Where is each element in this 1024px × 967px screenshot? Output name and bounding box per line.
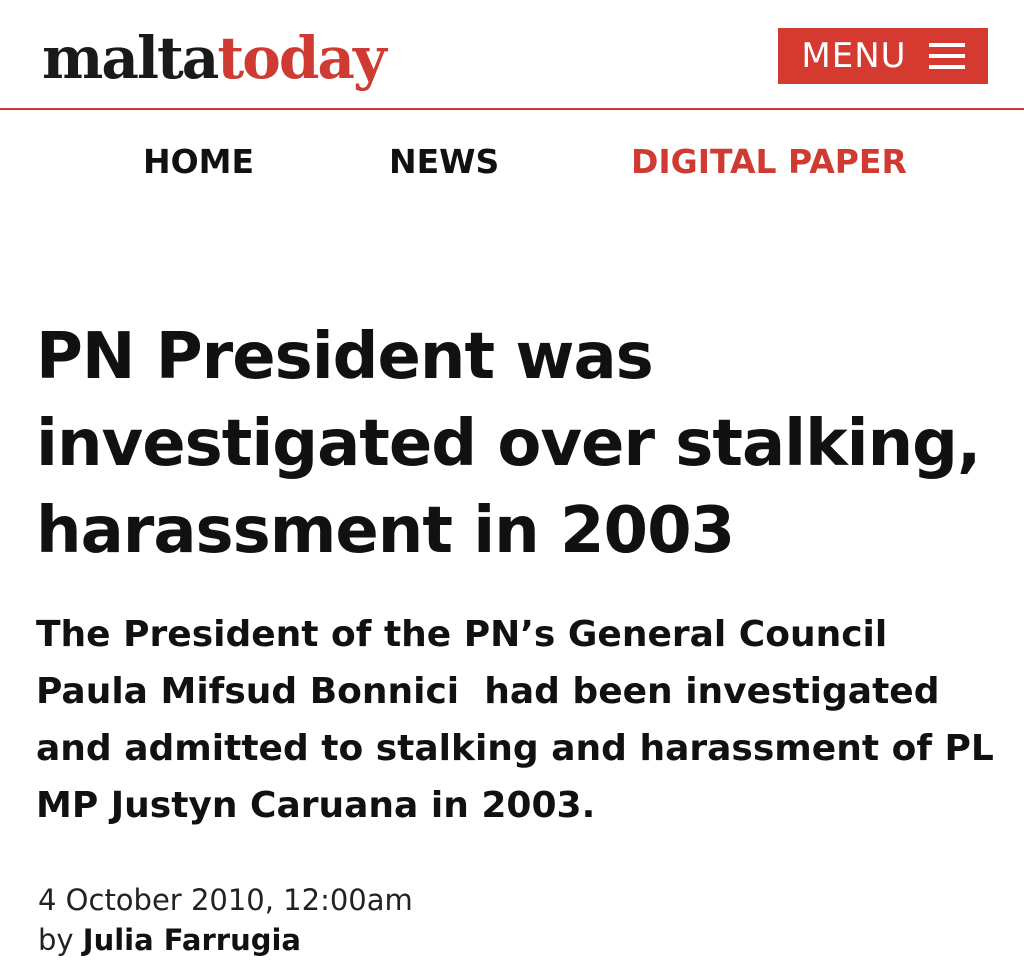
nav-item-home[interactable]: HOME xyxy=(143,140,254,184)
article-byline: by Julia Farrugia xyxy=(38,920,301,960)
site-logo[interactable]: maltatoday xyxy=(42,22,387,94)
article-summary: The President of the PN’s General Counci… xyxy=(36,614,1007,826)
hamburger-icon xyxy=(928,43,965,69)
logo-text-malta: malta xyxy=(42,24,219,92)
article-headline: PN President was investigated over stalk… xyxy=(36,320,981,568)
author-name[interactable]: Julia Farrugia xyxy=(83,923,301,957)
menu-button[interactable]: MENU xyxy=(778,28,988,84)
byline-prefix: by xyxy=(38,923,74,957)
menu-label: MENU xyxy=(801,36,907,76)
nav-item-digital-paper[interactable]: DIGITAL PAPER xyxy=(631,140,907,184)
nav-item-news[interactable]: NEWS xyxy=(389,140,499,184)
site-header: maltatoday MENU xyxy=(0,0,1024,110)
main-nav: HOME NEWS DIGITAL PAPER xyxy=(0,140,1024,184)
logo-text-today: today xyxy=(217,24,386,92)
article-date: 4 October 2010, 12:00am xyxy=(38,883,413,917)
